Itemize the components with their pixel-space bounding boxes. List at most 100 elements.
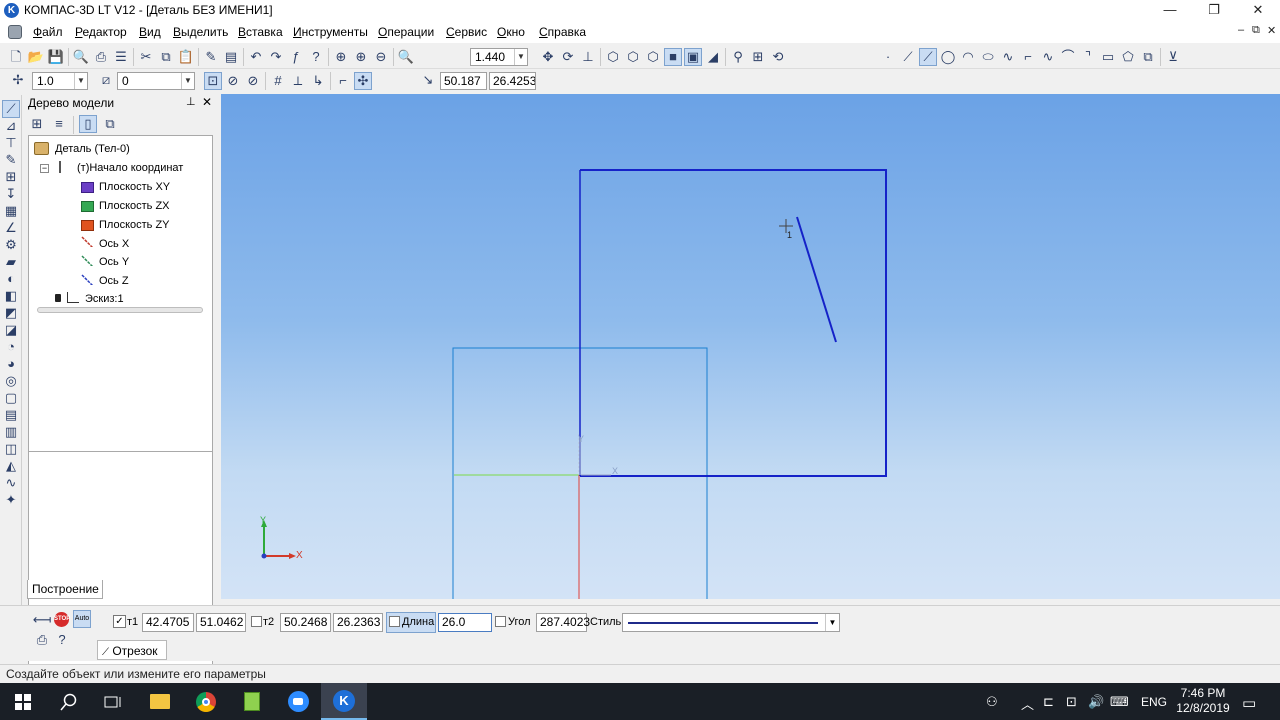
tree-item-axis-z[interactable]: Ось Z [99,275,129,287]
pin-icon[interactable]: ⊥ [186,95,196,108]
cursor-x-field[interactable]: 50.187 [440,72,487,90]
tab-construction[interactable]: Построение [27,580,103,599]
spec-panel-icon[interactable]: ⚙ [3,237,19,253]
kompas-app-icon[interactable]: K [4,3,19,18]
copy-icon[interactable]: ⧉ [158,49,174,65]
tree-item-plane-xy[interactable]: Плоскость XY [99,181,170,193]
point-icon[interactable]: · [880,49,896,65]
arc-icon[interactable]: ◠ [960,49,976,65]
zoom-scale-icon[interactable]: 🔍 [398,49,414,65]
extrude-icon[interactable]: ▰ [3,254,19,270]
surface-icon[interactable]: ◭ [3,458,19,474]
tree-item-sketch[interactable]: Эскиз:1 [85,293,124,305]
shaded-edges-icon[interactable]: ▣ [684,48,702,66]
copy-properties-icon[interactable]: ✎ [203,49,219,65]
hole-icon[interactable]: ◎ [3,373,19,389]
auto-create-button[interactable]: Auto [73,610,91,628]
cursor-step-combo[interactable]: 1.0 ▼ [32,72,88,90]
show-hidden-icons-icon[interactable]: ︿ [1021,694,1034,713]
undo-icon[interactable]: ↶ [248,49,264,65]
viewport-canvas[interactable] [221,94,1280,599]
menu-tools[interactable]: Инструменты [293,25,368,39]
fillet-icon[interactable]: ⌒ [1060,49,1076,65]
menu-operations[interactable]: Операции [378,25,434,39]
menu-select[interactable]: Выделить [173,25,228,39]
rib-icon[interactable]: ▤ [3,407,19,423]
polyline-icon[interactable]: ⌐ [1020,49,1036,65]
rectangle-icon[interactable]: ▭ [1100,49,1116,65]
cut-icon[interactable]: ✂ [138,49,154,65]
chevron-down-icon[interactable]: ▼ [74,73,87,89]
perspective-icon[interactable]: ◢ [705,49,721,65]
cursor-y-field[interactable]: 26.4253 [489,72,536,90]
sketch-rectangle[interactable] [580,169,887,477]
cut-extrude-icon[interactable]: ◪ [3,322,19,338]
layer-combo[interactable]: 0 ▼ [117,72,195,90]
new-file-icon[interactable]: 🗋 [8,49,24,65]
zoom-window-icon[interactable]: ⊕ [333,49,349,65]
taskbar-chrome[interactable] [183,683,229,720]
fillet-3d-icon[interactable]: ◔ [3,339,19,355]
tree-item-origin[interactable]: (т)Начало координат [77,162,183,174]
params-panel-icon[interactable]: ⊞ [3,169,19,185]
taskbar-file-explorer[interactable] [137,683,183,720]
start-button[interactable] [0,683,46,720]
shell-icon[interactable]: ▢ [3,390,19,406]
notifications-icon[interactable]: ▭ [1242,694,1256,712]
tree-item-axis-y[interactable]: Ось Y [99,256,129,268]
print-icon[interactable]: ⎙ [93,49,109,65]
mirror-icon[interactable]: ◫ [3,441,19,457]
minimize-button[interactable]: — [1148,0,1192,22]
tree-item-plane-zy[interactable]: Плоскость ZY [99,219,170,231]
offset-icon[interactable]: ⧉ [1140,49,1156,65]
dimensions-panel-icon[interactable]: ⊿ [3,118,19,134]
chevron-down-icon[interactable]: ▼ [825,614,839,631]
orientation-icon[interactable]: ⊥ [580,49,596,65]
revolve-icon[interactable]: ◐ [3,271,19,287]
angle-field[interactable]: 287.4023 [536,613,590,632]
menu-insert[interactable]: Вставка [238,25,283,39]
tree-item-part[interactable]: Деталь (Тел-0) [55,143,130,155]
layer-icon[interactable]: ⧄ [98,72,114,88]
menu-help[interactable]: Справка [539,25,586,39]
tab-segment[interactable]: ⟋ Отрезок [97,640,167,660]
menu-view[interactable]: Вид [139,25,161,39]
rebuild-icon[interactable]: ⟲ [770,49,786,65]
close-panel-icon[interactable]: ✕ [202,95,212,109]
measure-panel-icon[interactable]: ↧ [3,186,19,202]
auxiliary-line-icon[interactable]: ⟋ [900,49,916,65]
help-icon[interactable]: ? [54,632,70,648]
grid-icon[interactable]: # [270,73,286,89]
tree-order-icon[interactable]: ≡ [51,116,67,132]
designations-panel-icon[interactable]: ⊤ [3,135,19,151]
wireframe-icon[interactable]: ⬡ [605,49,621,65]
open-file-icon[interactable]: 📂 [28,49,44,65]
sweep-icon[interactable]: ◩ [3,305,19,321]
chevron-down-icon[interactable]: ▼ [514,49,527,65]
t2-checkbox[interactable] [251,616,262,627]
measure-icon[interactable]: ⊞ [750,49,766,65]
geometry-panel-icon[interactable]: ⟋ [2,100,20,118]
input-language[interactable]: ENG [1141,695,1167,709]
menu-window[interactable]: Окно [497,25,525,39]
segment-icon[interactable]: ⟋ [919,48,937,66]
snap-local-icon[interactable]: ⊘ [245,73,261,89]
length-field[interactable]: 26.0 [438,613,492,632]
length-checkbox[interactable] [389,616,400,627]
spline-icon[interactable]: ∿ [1000,49,1016,65]
shaded-icon[interactable]: ■ [664,48,682,66]
redo-icon[interactable]: ↷ [268,49,284,65]
tree-item-plane-zx[interactable]: Плоскость ZX [99,200,170,212]
tree-relations-icon[interactable]: ⧉ [102,116,118,132]
t1-x-field[interactable]: 42.4705 [142,613,194,632]
power-icon[interactable]: ⊏ [1043,694,1054,710]
tree-item-axis-x[interactable]: Ось X [99,238,129,250]
tree-view-icon[interactable]: ▯ [79,115,97,133]
angle-checkbox[interactable] [495,616,506,627]
menu-file[interactable]: Файл [33,25,63,39]
polygon-icon[interactable]: ⬠ [1120,49,1136,65]
function-icon[interactable]: ƒ [288,49,304,65]
chevron-down-icon[interactable]: ▼ [181,73,194,89]
maximize-button[interactable]: ❐ [1192,0,1236,22]
library-icon[interactable]: ▤ [223,49,239,65]
